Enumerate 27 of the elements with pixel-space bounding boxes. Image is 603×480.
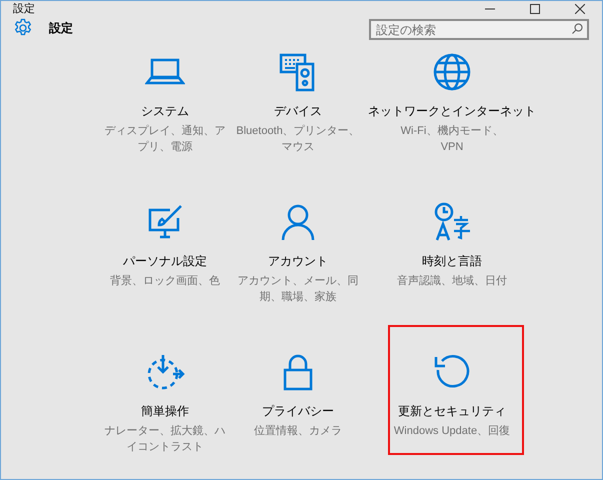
category-description: 位置情報、カメラ [253, 424, 343, 438]
category-description: ディスプレイ、通知、アプリ、電源 [104, 124, 226, 154]
search-icon [572, 22, 583, 34]
category-title[interactable]: デバイス [274, 102, 322, 120]
search-field[interactable]: 設定の検索 [369, 19, 589, 40]
close-icon [574, 4, 584, 14]
category-title[interactable]: 時刻と言語 [422, 252, 482, 270]
category-title[interactable]: 更新とセキュリティ [398, 402, 506, 420]
category-title[interactable]: システム [141, 102, 189, 120]
category-description: Wi-Fi、機内モード、VPN [400, 124, 504, 154]
category-title[interactable]: ネットワークとインターネット [368, 102, 536, 120]
category-description: Windows Update、回復 [392, 424, 512, 438]
category-title[interactable]: パーソナル設定 [123, 252, 207, 270]
page-title: 設定 [49, 20, 73, 37]
globe-icon [432, 52, 472, 92]
category-title[interactable]: 簡単操作 [141, 402, 189, 420]
category-title[interactable]: プライバシー [262, 402, 334, 420]
clock-letter-icon [432, 202, 472, 242]
category-description: アカウント、メール、同期、職場、家族 [236, 274, 360, 304]
category-description: 背景、ロック画面、色 [109, 274, 221, 288]
settings-icon [13, 18, 33, 38]
category-description: 音声認識、地域、日付 [396, 274, 508, 288]
category-description: Bluetooth、プリンター、マウス [236, 124, 360, 154]
category-title[interactable]: アカウント [268, 252, 328, 270]
window-title: 設定 [13, 2, 35, 17]
maximize-icon [530, 4, 540, 14]
category-description: ナレーター、拡大鏡、ハイコントラスト [104, 424, 226, 454]
